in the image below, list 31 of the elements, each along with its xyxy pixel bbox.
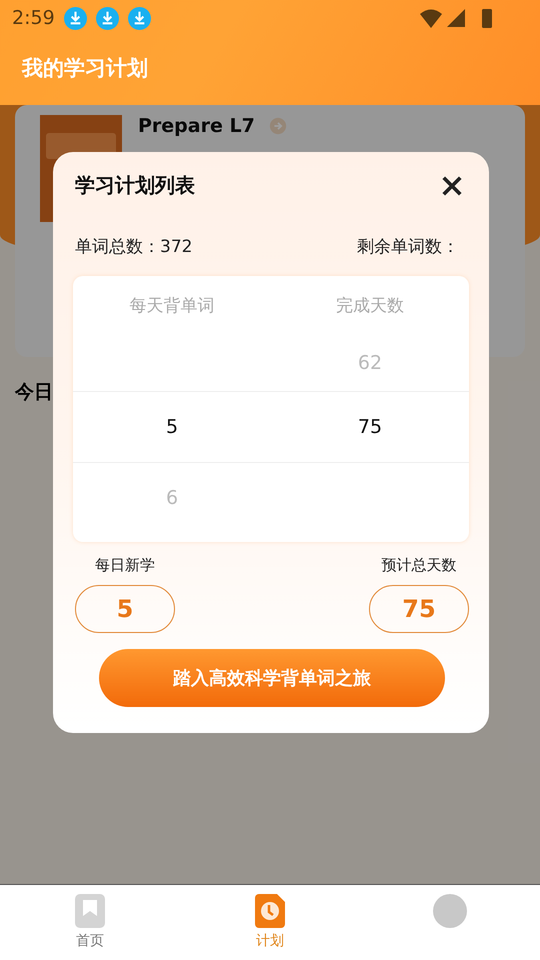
dialog-title: 学习计划列表 bbox=[75, 172, 195, 199]
avatar-icon bbox=[433, 894, 467, 928]
field-label: 每日新学 bbox=[95, 556, 155, 575]
book-title: Prepare L7 bbox=[138, 115, 255, 137]
picker-value[interactable]: 5 bbox=[166, 416, 178, 438]
remaining-words: 剩余单词数： bbox=[357, 236, 459, 258]
wifi-icon bbox=[420, 8, 442, 28]
download-icon bbox=[128, 6, 151, 30]
picker-value[interactable]: 75 bbox=[358, 416, 382, 438]
picker-value[interactable]: 6 bbox=[166, 487, 178, 509]
field-label: 预计总天数 bbox=[382, 556, 456, 575]
close-icon[interactable] bbox=[441, 174, 463, 196]
clock-icon bbox=[255, 894, 285, 928]
battery-icon bbox=[482, 8, 492, 28]
status-time: 2:59 bbox=[12, 7, 55, 29]
picker-header: 完成天数 bbox=[335, 294, 405, 316]
download-icon bbox=[64, 6, 87, 30]
value-field[interactable]: 5 bbox=[75, 585, 175, 633]
number-picker[interactable]: 每天背单词 完成天数 62 5 75 6 bbox=[73, 276, 469, 542]
bookmark-icon bbox=[75, 894, 105, 928]
value-field[interactable]: 75 bbox=[369, 585, 469, 633]
picker-value[interactable]: 62 bbox=[358, 352, 382, 374]
section-title: 今日 bbox=[15, 380, 53, 405]
start-button[interactable]: 踏入高效科学背单词之旅 bbox=[99, 649, 445, 707]
nav-tab[interactable]: 首页 bbox=[0, 885, 180, 960]
picker-header: 每天背单词 bbox=[128, 294, 216, 316]
signal-icon bbox=[447, 9, 465, 27]
nav-tab[interactable]: 计划 bbox=[180, 885, 360, 960]
download-icon bbox=[96, 6, 119, 30]
total-words: 单词总数：372 bbox=[75, 236, 192, 258]
page-title: 我的学习计划 bbox=[20, 55, 149, 82]
